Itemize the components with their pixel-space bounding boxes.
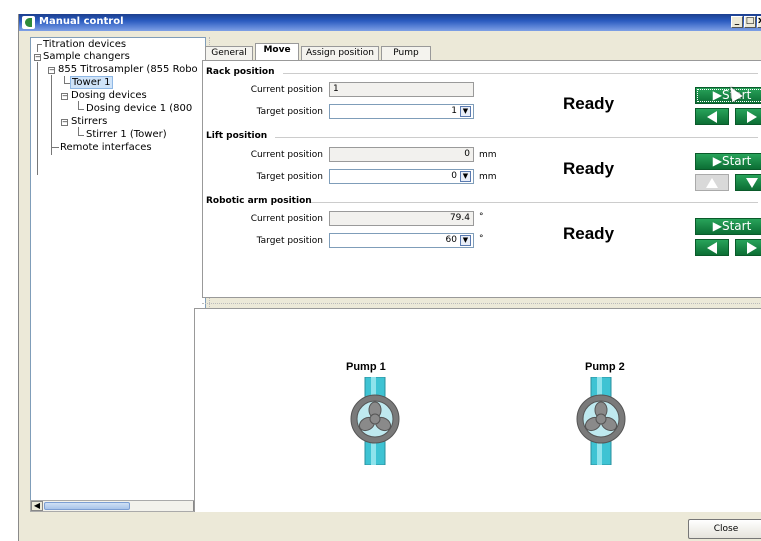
- collapse-icon[interactable]: −: [61, 119, 68, 126]
- arm-target-unit: °: [479, 234, 484, 244]
- play-icon: ▶: [712, 219, 722, 233]
- rack-status: Ready: [563, 94, 615, 113]
- lift-position-heading: Lift position: [206, 131, 268, 141]
- arm-current-field: 79.4: [329, 211, 474, 226]
- arm-left-button[interactable]: [695, 239, 729, 256]
- pump-1-icon[interactable]: [345, 376, 405, 466]
- device-tree: Titration devices − Sample changers − 85…: [30, 37, 206, 511]
- lift-start-button[interactable]: ▶Start: [695, 153, 761, 170]
- tab-move[interactable]: Move: [255, 43, 299, 60]
- title-bar[interactable]: Manual control _ □ x: [19, 14, 761, 31]
- lift-target-dropdown-icon[interactable]: ▼: [460, 171, 471, 182]
- rack-target-label: Target position: [256, 107, 323, 117]
- arrow-down-icon: [746, 177, 758, 188]
- play-icon: ▶: [712, 88, 722, 102]
- rack-position-heading: Rack position: [206, 67, 275, 77]
- arrow-left-icon: [707, 110, 717, 123]
- rack-right-button[interactable]: [735, 108, 761, 125]
- tree-item-stirrer-1[interactable]: Stirrer 1 (Tower): [86, 129, 167, 141]
- lift-status: Ready: [563, 159, 615, 178]
- robotic-arm-position-heading: Robotic arm position: [206, 196, 312, 206]
- close-button[interactable]: Close: [688, 519, 761, 539]
- lift-current-label: Current position: [250, 150, 323, 160]
- pump-2-label: Pump 2: [585, 361, 625, 373]
- tree-item-titration-devices[interactable]: Titration devices: [43, 39, 126, 51]
- arm-status: Ready: [563, 224, 615, 243]
- rack-target-input[interactable]: 1: [329, 104, 474, 119]
- arm-target-dropdown-icon[interactable]: ▼: [460, 235, 471, 246]
- arrow-left-icon: [707, 241, 717, 254]
- scroll-left-icon[interactable]: ◀: [31, 501, 43, 511]
- window-frame: Manual control _ □ x Titration devices −…: [18, 14, 761, 541]
- horizontal-splitter[interactable]: [202, 303, 761, 307]
- tree-horizontal-scrollbar[interactable]: ◀ ▶: [30, 500, 206, 512]
- collapse-icon[interactable]: −: [34, 54, 41, 61]
- lift-target-label: Target position: [256, 172, 323, 182]
- tree-item-dosing-devices[interactable]: Dosing devices: [71, 90, 147, 102]
- tree-item-stirrers[interactable]: Stirrers: [71, 116, 107, 128]
- arrow-right-icon: [747, 241, 757, 254]
- window-title: Manual control: [39, 16, 124, 27]
- tab-assign-position[interactable]: Assign position: [301, 46, 379, 60]
- arm-right-button[interactable]: [735, 239, 761, 256]
- maximize-button[interactable]: □: [744, 16, 756, 28]
- arm-current-label: Current position: [250, 214, 323, 224]
- arrow-right-icon: [747, 110, 757, 123]
- rack-current-label: Current position: [250, 85, 323, 95]
- rack-current-field: 1: [329, 82, 474, 97]
- lift-current-field: 0: [329, 147, 474, 162]
- play-icon: ▶: [712, 154, 722, 168]
- lift-target-input[interactable]: 0: [329, 169, 474, 184]
- lift-current-unit: mm: [479, 150, 497, 160]
- lift-down-button[interactable]: [735, 174, 761, 191]
- tree-item-855-titrosampler[interactable]: 855 Titrosampler (855 Robo: [58, 64, 198, 76]
- close-window-button[interactable]: x: [757, 16, 761, 28]
- arm-start-button[interactable]: ▶Start: [695, 218, 761, 235]
- tree-item-dosing-device-1[interactable]: Dosing device 1 (800: [86, 103, 192, 115]
- tree-item-remote-interfaces[interactable]: Remote interfaces: [60, 142, 152, 154]
- rack-target-dropdown-icon[interactable]: ▼: [460, 106, 471, 117]
- tree-item-sample-changers[interactable]: Sample changers: [43, 51, 130, 63]
- scroll-thumb[interactable]: [44, 502, 130, 510]
- arm-current-unit: °: [479, 212, 484, 222]
- arrow-up-icon: [706, 177, 718, 188]
- tab-general[interactable]: General: [205, 46, 253, 60]
- lift-target-unit: mm: [479, 172, 497, 182]
- tree-item-tower-1[interactable]: Tower 1: [70, 76, 113, 89]
- collapse-icon[interactable]: −: [61, 93, 68, 100]
- arm-target-label: Target position: [256, 236, 323, 246]
- tab-pump[interactable]: Pump: [381, 46, 431, 60]
- app-logo-icon: [22, 16, 35, 29]
- pump-1-label: Pump 1: [346, 361, 386, 373]
- pump-panel: Pump 1 Pump 2: [194, 308, 761, 512]
- lift-up-button[interactable]: [695, 174, 729, 191]
- manual-control-window: Manual control _ □ x Titration devices −…: [0, 0, 761, 541]
- collapse-icon[interactable]: −: [48, 67, 55, 74]
- pump-2-icon[interactable]: [571, 376, 631, 466]
- arm-target-input[interactable]: 60: [329, 233, 474, 248]
- rack-left-button[interactable]: [695, 108, 729, 125]
- minimize-button[interactable]: _: [731, 16, 743, 28]
- move-panel: Rack position Current position 1 Target …: [202, 60, 761, 298]
